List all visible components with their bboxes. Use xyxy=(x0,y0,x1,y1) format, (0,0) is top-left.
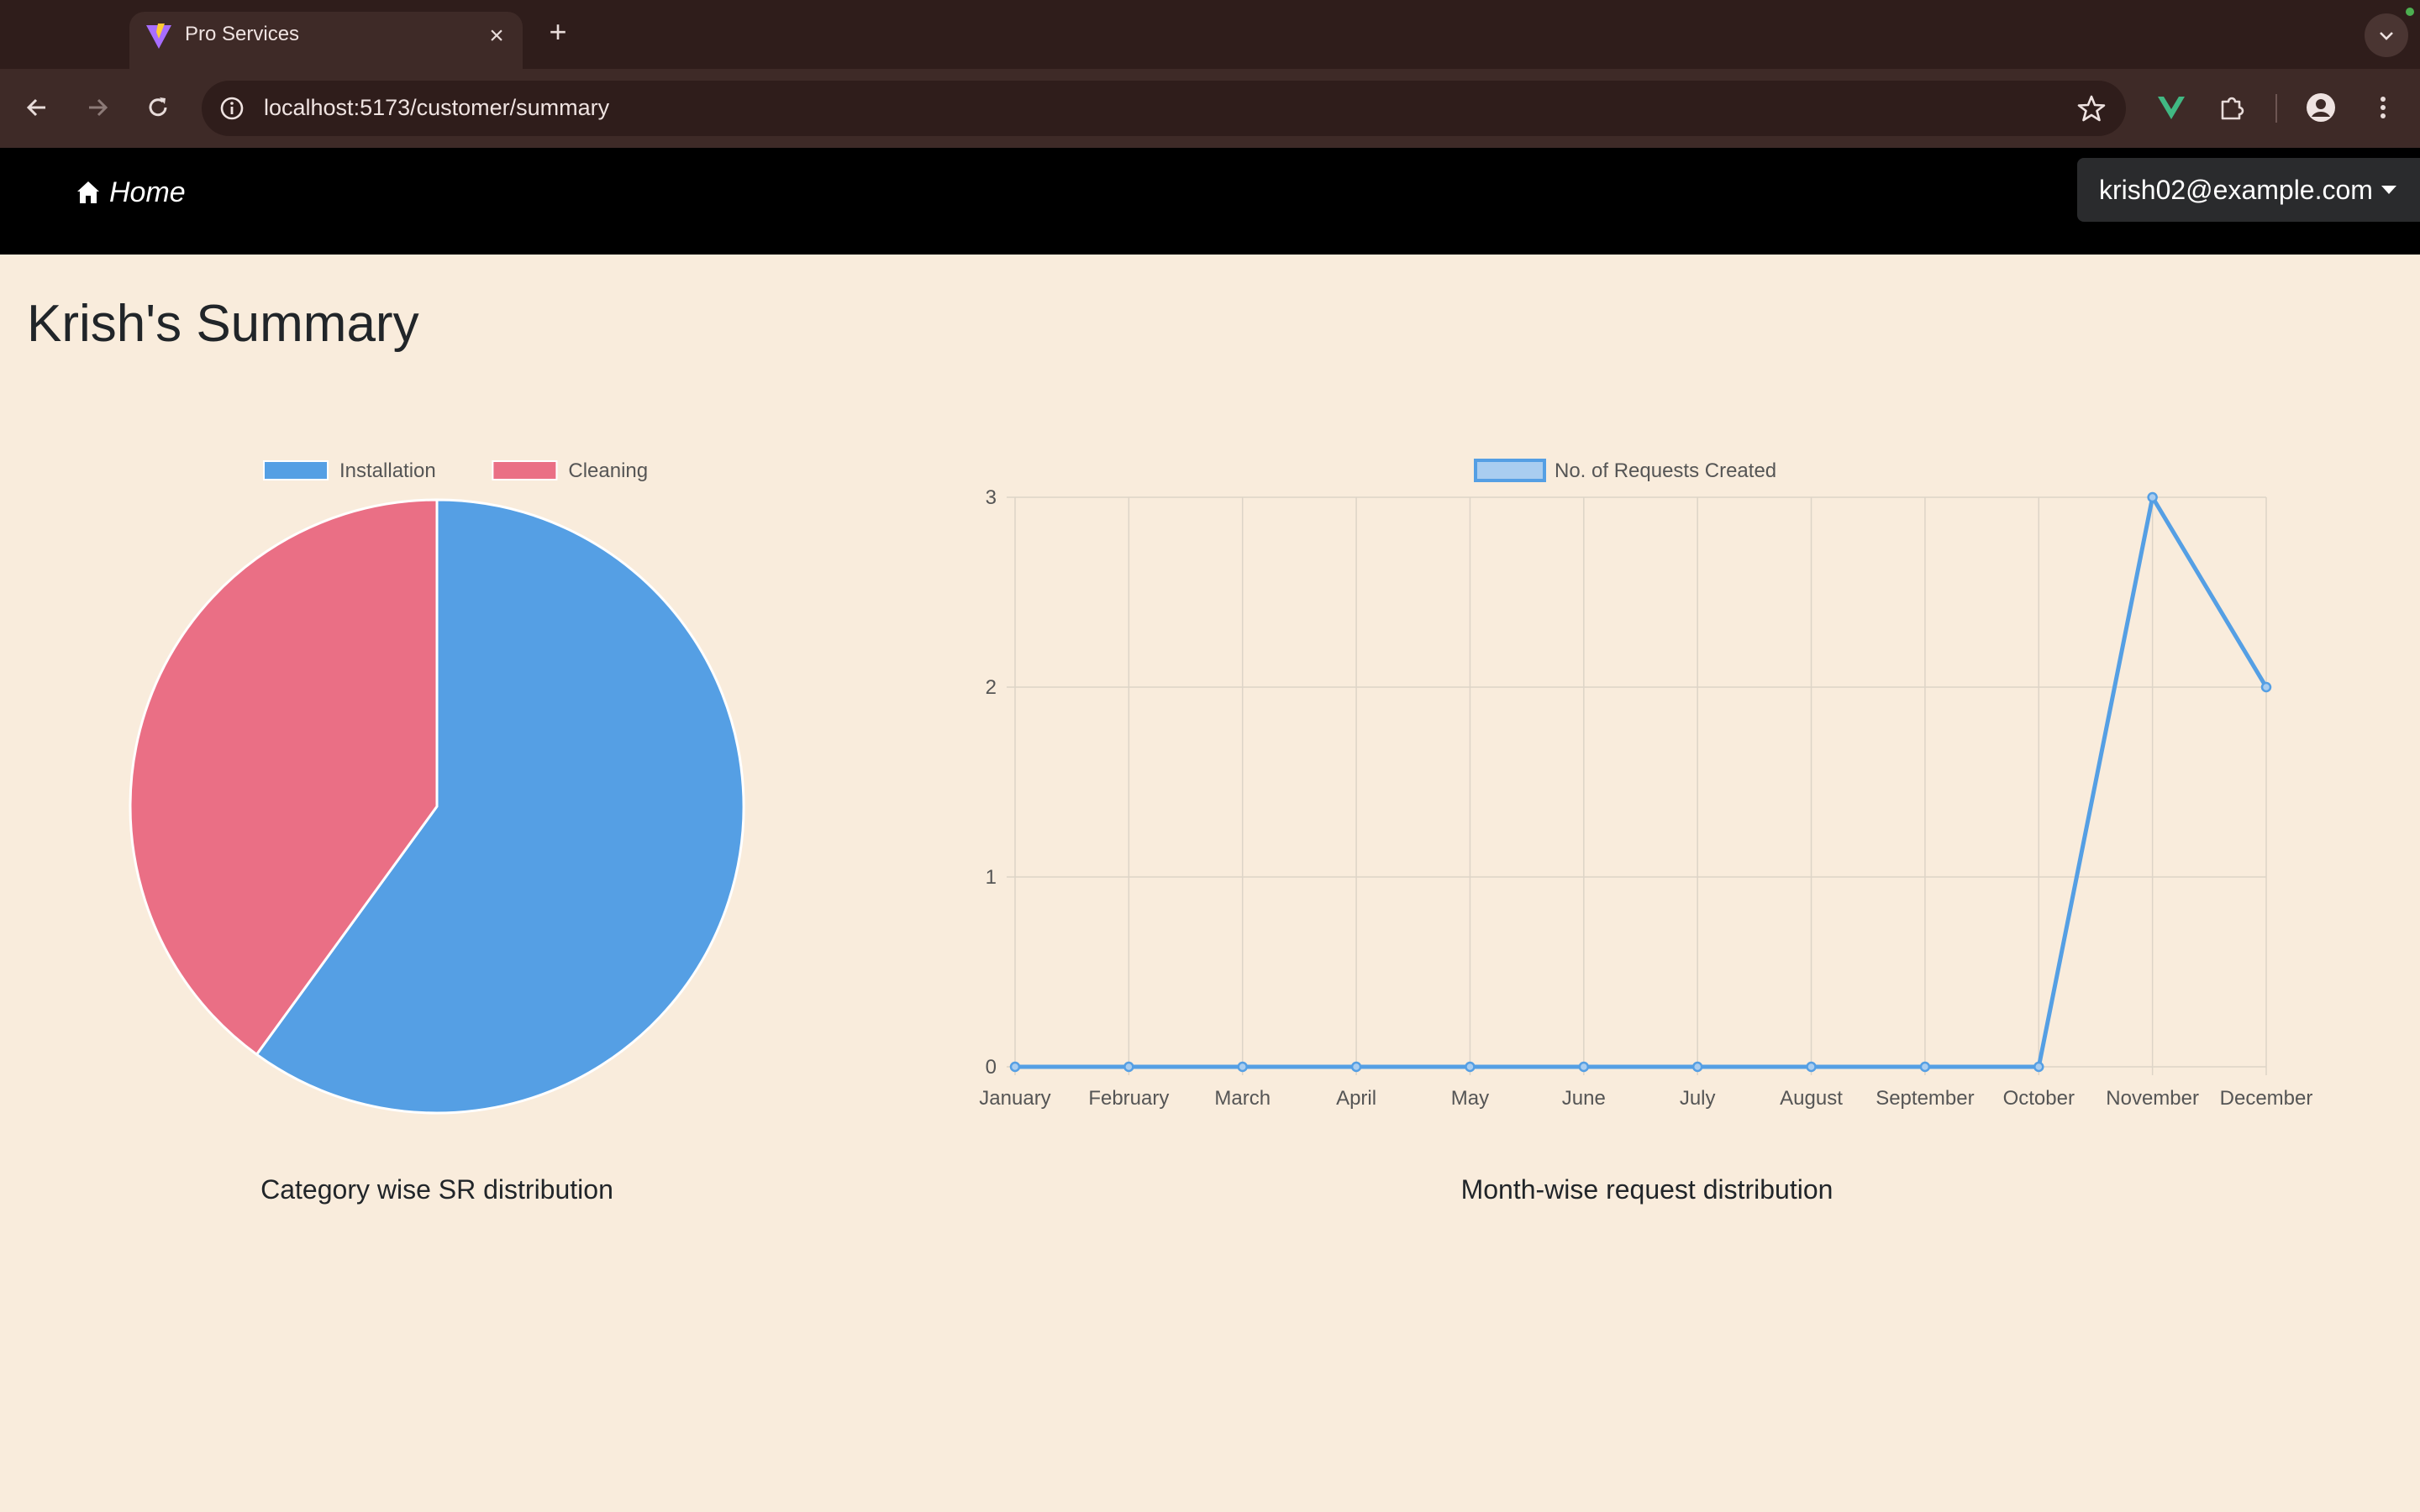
x-tick-label: June xyxy=(1562,1087,1606,1110)
legend-swatch-requests xyxy=(1474,459,1546,482)
browser-window: Pro Services × + localhost:5173/customer… xyxy=(0,0,2420,1512)
line-chart-caption: Month-wise request distribution xyxy=(1460,1174,1833,1205)
data-point xyxy=(2033,1061,2044,1073)
data-point xyxy=(1806,1061,1817,1073)
data-point xyxy=(2260,681,2272,693)
y-tick-label: 3 xyxy=(986,486,997,509)
line-chart-grid xyxy=(1007,496,2267,1075)
data-point xyxy=(1919,1061,1931,1073)
x-tick-label: May xyxy=(1451,1087,1489,1110)
legend-label-installation: Installation xyxy=(339,459,436,482)
x-tick-label: October xyxy=(2003,1087,2075,1110)
x-tick-label: April xyxy=(1336,1087,1376,1110)
x-tick-label: August xyxy=(1780,1087,1843,1110)
series-line xyxy=(1015,495,2269,1069)
x-tick-label: July xyxy=(1680,1087,1716,1110)
data-point xyxy=(1578,1061,1590,1073)
charts-canvas: Installation Cleaning 0 1 2 3 January February M… xyxy=(129,459,2313,1115)
data-point xyxy=(1123,1061,1134,1073)
x-tick-label: March xyxy=(1214,1087,1270,1110)
legend-swatch-cleaning xyxy=(492,460,558,480)
x-tick-label: November xyxy=(2106,1087,2199,1110)
x-tick-label: September xyxy=(1876,1087,1974,1110)
legend-swatch-installation xyxy=(263,460,329,480)
y-tick-label: 2 xyxy=(986,676,997,699)
x-tick-label: December xyxy=(2220,1087,2313,1110)
pie-chart-caption: Category wise SR distribution xyxy=(260,1174,613,1205)
legend-label-cleaning: Cleaning xyxy=(568,459,648,482)
data-point xyxy=(1009,1061,1021,1073)
data-point xyxy=(1465,1061,1476,1073)
x-tick-label: February xyxy=(1088,1087,1169,1110)
x-tick-label: January xyxy=(979,1087,1050,1110)
data-point xyxy=(2147,491,2158,503)
data-point xyxy=(1237,1061,1248,1073)
legend-label-requests: No. of Requests Created xyxy=(1555,459,1776,482)
data-point xyxy=(1691,1061,1703,1073)
data-point xyxy=(1350,1061,1362,1073)
y-tick-label: 1 xyxy=(986,866,997,889)
y-tick-label: 0 xyxy=(986,1056,997,1079)
